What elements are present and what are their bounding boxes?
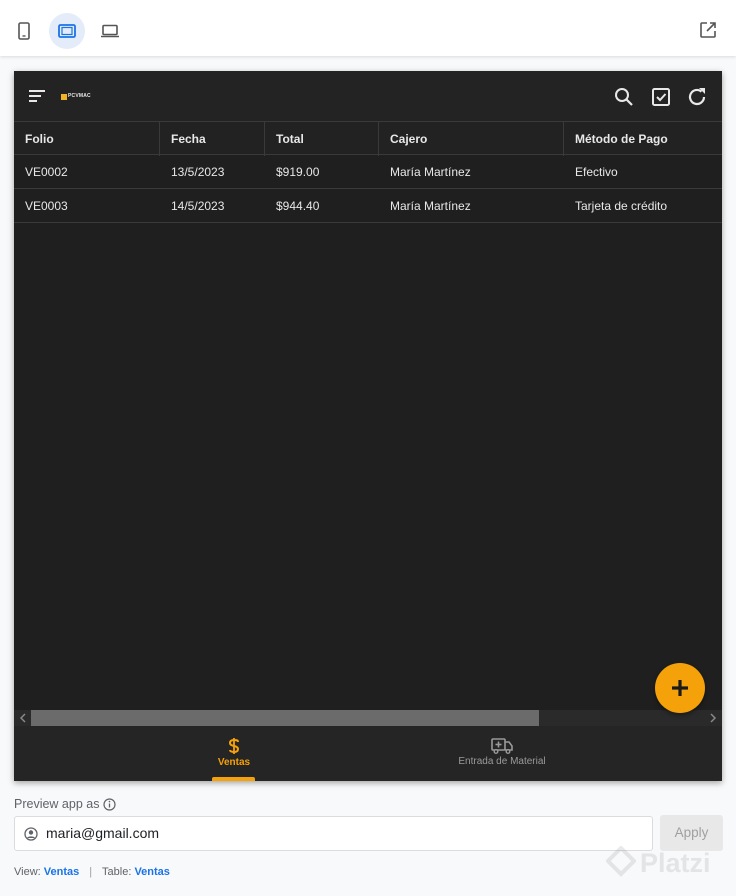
table-cell-folio: VE0003: [25, 199, 68, 213]
ambulance-icon: [491, 738, 513, 754]
table-row[interactable]: VE0003 14/5/2023 $944.40 María Martínez …: [14, 189, 722, 223]
add-record-button[interactable]: [655, 663, 705, 713]
open-in-new-icon: [700, 22, 716, 38]
table-cell-total: $944.40: [276, 199, 320, 213]
logo-mark: [61, 93, 67, 100]
column-header-folio[interactable]: Folio: [14, 122, 160, 156]
email-value: maria@gmail.com: [46, 825, 160, 841]
account-circle-icon: [24, 827, 38, 841]
separator: |: [89, 866, 93, 878]
view-link[interactable]: Ventas: [44, 866, 79, 878]
search-icon: [615, 88, 633, 106]
select-button[interactable]: [650, 86, 672, 108]
app-logo: PCVMAC: [61, 92, 93, 101]
tablet-icon: [58, 24, 76, 38]
table-label: Table:: [102, 866, 132, 878]
checkbox-icon: [652, 88, 670, 106]
phone-view-button[interactable]: [6, 13, 42, 49]
table-cell-fecha: 13/5/2023: [171, 165, 225, 179]
column-header-total[interactable]: Total: [265, 122, 379, 156]
table-row[interactable]: VE0002 13/5/2023 $919.00 María Martínez …: [14, 155, 722, 189]
nav-item-label: Ventas: [217, 757, 251, 768]
open-external-button[interactable]: [698, 20, 718, 40]
platzi-watermark: Platzi: [606, 846, 711, 880]
scroll-right-icon[interactable]: [708, 713, 718, 723]
nav-item-entrada-material[interactable]: Entrada de Material: [422, 726, 582, 781]
view-table-info: View: Ventas | Table: Ventas: [14, 866, 170, 878]
preview-user-email-field[interactable]: maria@gmail.com: [14, 816, 653, 851]
table-cell-folio: VE0002: [25, 165, 68, 179]
menu-button[interactable]: [28, 87, 46, 105]
tablet-view-button[interactable]: [49, 13, 85, 49]
table-cell-cajero: María Martínez: [390, 199, 471, 213]
table-cell-fecha: 14/5/2023: [171, 199, 225, 213]
table-cell-metodo-pago: Efectivo: [575, 165, 618, 179]
app-preview: PCVMAC Folio Fecha Total Cajero Método d…: [14, 71, 722, 781]
table-cell-total: $919.00: [276, 165, 320, 179]
nav-item-label: Entrada de Material: [458, 756, 546, 767]
preview-as-label: Preview app as: [14, 797, 117, 811]
logo-text: PCVMAC: [68, 93, 91, 99]
desktop-view-button[interactable]: [92, 13, 128, 49]
scroll-left-icon[interactable]: [18, 713, 28, 723]
sales-table: Folio Fecha Total Cajero Método de Pago …: [14, 121, 722, 223]
column-header-fecha[interactable]: Fecha: [160, 122, 265, 156]
laptop-icon: [101, 24, 119, 38]
device-toolbar: [0, 0, 736, 56]
bottom-navigation: Ventas Entrada de Material: [14, 726, 722, 781]
search-button[interactable]: [613, 86, 635, 108]
sort-menu-icon: [29, 90, 45, 102]
preview-as-text: Preview app as: [14, 797, 100, 811]
phone-icon: [18, 22, 30, 40]
table-cell-cajero: María Martínez: [390, 165, 471, 179]
dollar-icon: [228, 738, 240, 754]
column-header-metodo-pago[interactable]: Método de Pago: [564, 122, 722, 156]
table-cell-metodo-pago: Tarjeta de crédito: [575, 199, 668, 213]
active-indicator: [212, 777, 255, 781]
refresh-icon: [688, 88, 706, 106]
watermark-text: Platzi: [640, 847, 711, 878]
horizontal-scrollbar[interactable]: [14, 710, 722, 726]
scrollbar-thumb[interactable]: [31, 710, 539, 726]
nav-item-ventas[interactable]: Ventas: [154, 726, 314, 781]
table-link[interactable]: Ventas: [134, 866, 169, 878]
platzi-logo-icon: [606, 846, 636, 877]
app-header: PCVMAC: [14, 71, 722, 121]
column-header-cajero[interactable]: Cajero: [379, 122, 564, 156]
info-icon[interactable]: [103, 797, 117, 811]
table-header-row: Folio Fecha Total Cajero Método de Pago: [14, 121, 722, 156]
view-label: View:: [14, 866, 41, 878]
refresh-button[interactable]: [686, 86, 708, 108]
plus-icon: [672, 680, 688, 696]
